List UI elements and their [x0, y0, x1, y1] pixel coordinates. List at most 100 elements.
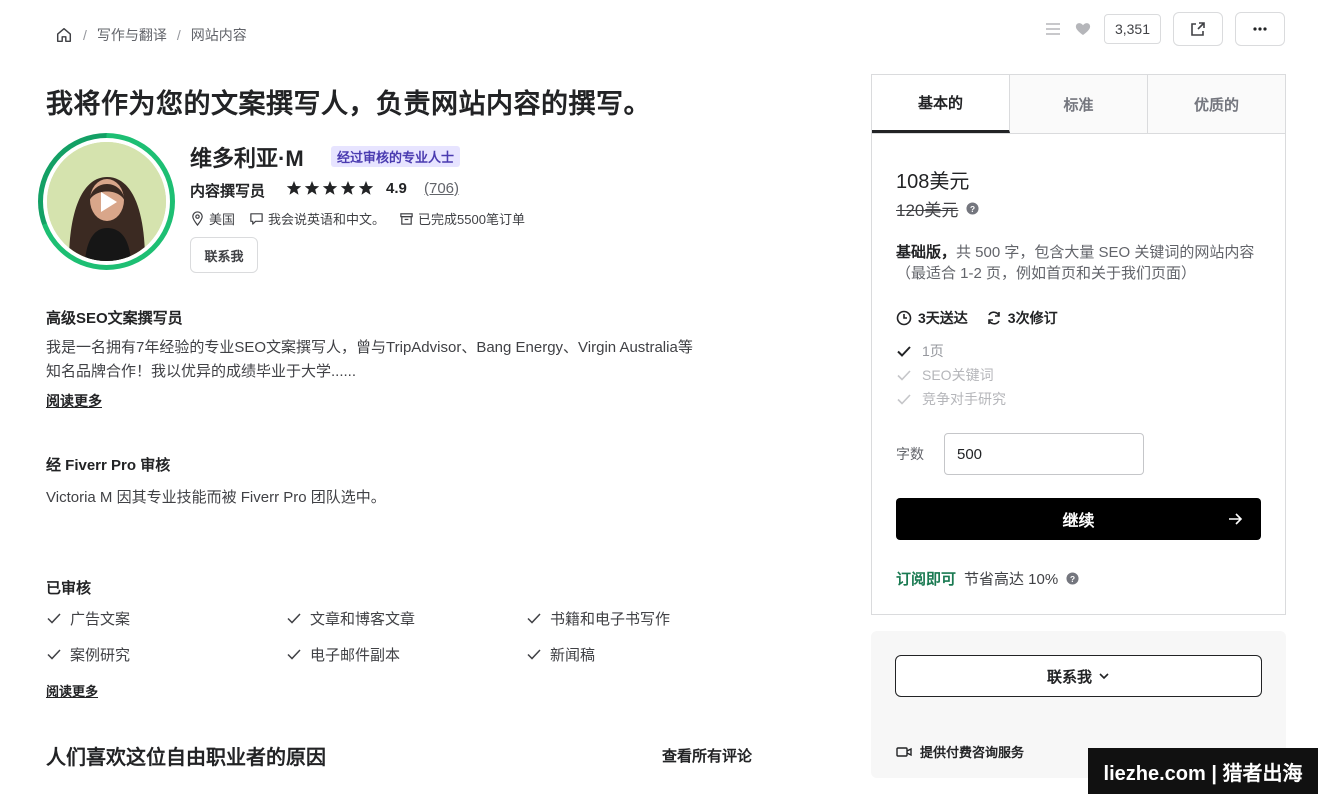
vetted-read-more-link[interactable]: 阅读更多 — [46, 681, 98, 700]
seller-photo — [47, 142, 166, 261]
vetted-skill: 广告文案 — [46, 608, 286, 628]
reasons-heading: 人们喜欢这位自由职业者的原因 — [46, 747, 326, 769]
revisions-text: 3次修订 — [1007, 310, 1058, 326]
word-count-label: 字数 — [896, 446, 924, 462]
continue-button[interactable]: 继续 — [896, 498, 1261, 540]
home-icon[interactable] — [55, 26, 73, 44]
feature-label: SEO关键词 — [922, 367, 994, 383]
breadcrumb-separator: / — [83, 27, 87, 43]
seller-languages: 我会说英语和中文。 — [249, 209, 385, 228]
vetted-skill: 书籍和电子书写作 — [526, 608, 766, 628]
feature-item: 竞争对手研究 — [896, 389, 1006, 409]
paid-consultation[interactable]: 提供付费咨询服务 — [896, 742, 1024, 761]
seller-orders: 已完成5500笔订单 — [399, 209, 525, 228]
feature-item: 1页 — [896, 341, 944, 361]
arrow-right-icon — [1229, 513, 1243, 525]
seller-avatar[interactable] — [38, 133, 175, 270]
heart-icon[interactable] — [1074, 20, 1092, 38]
about-heading: 高级SEO文案撰写员 — [46, 310, 183, 327]
star-icon — [358, 181, 374, 195]
refresh-icon — [987, 311, 1000, 325]
feature-label: 1页 — [922, 343, 944, 359]
checkmark-icon — [287, 613, 301, 624]
subscribe-link[interactable]: 订阅即可 — [896, 568, 956, 589]
play-icon[interactable] — [92, 187, 122, 217]
vetted-skills-list: 广告文案 文章和博客文章 书籍和电子书写作 案例研究 电子邮件副本 新闻稿 — [46, 608, 766, 664]
reviews-count-link[interactable]: (706) — [424, 180, 459, 197]
subscribe-offer: 订阅即可 节省高达 10% ? — [896, 568, 1079, 589]
orders-text: 已完成5500笔订单 — [418, 212, 525, 227]
seller-name[interactable]: 维多利亚·M — [190, 141, 304, 173]
box-icon — [400, 213, 413, 225]
star-icon — [304, 181, 320, 195]
more-button[interactable] — [1235, 12, 1285, 46]
gig-title: 我将作为您的文案撰写人，负责网站内容的撰写。 — [46, 89, 651, 119]
speech-bubble-icon — [250, 213, 263, 225]
old-price: 120美元 — [896, 201, 959, 220]
tab-basic[interactable]: 基本的 — [872, 75, 1010, 133]
star-icon — [322, 181, 338, 195]
tab-premium[interactable]: 优质的 — [1148, 75, 1285, 133]
breadcrumb-item-writing[interactable]: 写作与翻译 — [97, 25, 167, 45]
delivery-time: 3天送达 — [896, 308, 968, 328]
checkmark-icon — [527, 649, 541, 660]
checkmark-icon — [897, 346, 911, 357]
vetted-skill-label: 书籍和电子书写作 — [550, 610, 671, 628]
feature-label: 竞争对手研究 — [922, 391, 1006, 407]
old-price-row: 120美元 ? — [896, 196, 979, 221]
about-line-1: 我是一名拥有7年经验的专业SEO文案撰写人，曾与TripAdvisor、Bang… — [46, 339, 693, 356]
checkmark-icon — [897, 394, 911, 405]
seller-role: 内容撰写员 — [190, 183, 266, 200]
delivery-time-text: 3天送达 — [918, 310, 968, 326]
location-text: 美国 — [209, 212, 236, 227]
delivery-info: 3天送达 3次修订 — [896, 308, 1058, 328]
svg-text:?: ? — [1070, 574, 1075, 584]
package-description-bold: 基础版， — [896, 244, 957, 261]
list-icon[interactable] — [1044, 20, 1062, 38]
continue-label: 继续 — [1062, 513, 1095, 530]
vetted-skill-label: 文章和博客文章 — [310, 610, 416, 628]
seller-meta: 美国 我会说英语和中文。 已完成5500笔订单 — [190, 209, 539, 228]
breadcrumb-separator: / — [176, 27, 181, 43]
word-count-input[interactable] — [944, 433, 1144, 475]
vetted-skill: 案例研究 — [46, 644, 286, 664]
package-tabs: 基本的 标准 优质的 — [872, 75, 1285, 134]
about-read-more-link[interactable]: 阅读更多 — [46, 391, 102, 411]
gig-actions: 3,351 — [1044, 12, 1285, 46]
package-price: 108美元 — [896, 171, 970, 193]
location-pin-icon — [192, 211, 203, 226]
contact-me-button[interactable]: 联系我 — [190, 237, 258, 273]
share-button[interactable] — [1173, 12, 1223, 46]
vetted-skill-label: 电子邮件副本 — [310, 646, 401, 664]
contact-me-dropdown-button[interactable]: 联系我 — [895, 655, 1262, 697]
clock-icon — [896, 310, 912, 326]
about-text: 我是一名拥有7年经验的专业SEO文案撰写人，曾与TripAdvisor、Bang… — [46, 336, 786, 384]
share-icon — [1191, 22, 1205, 36]
breadcrumb-item-website-content[interactable]: 网站内容 — [191, 25, 247, 45]
watermark-banner: liezhe.com | 猎者出海 — [1088, 748, 1318, 794]
help-icon[interactable]: ? — [1066, 572, 1079, 585]
help-icon[interactable]: ? — [966, 202, 979, 215]
chevron-down-icon — [1099, 673, 1109, 680]
vetted-skill: 电子邮件副本 — [286, 644, 526, 664]
paid-consultation-label: 提供付费咨询服务 — [920, 745, 1025, 760]
languages-text: 我会说英语和中文。 — [268, 212, 386, 227]
checkmark-icon — [897, 370, 911, 381]
feature-item: SEO关键词 — [896, 365, 994, 385]
revisions: 3次修订 — [986, 308, 1058, 328]
tab-standard[interactable]: 标准 — [1010, 75, 1148, 133]
star-icon — [286, 181, 302, 195]
seller-location: 美国 — [190, 209, 235, 228]
vetted-heading: 已审核 — [46, 580, 92, 597]
rating-stars — [286, 180, 374, 196]
contact-me-label: 联系我 — [1046, 668, 1092, 686]
breadcrumb: / 写作与翻译 / 网站内容 — [55, 24, 247, 46]
video-icon — [896, 746, 912, 757]
vetted-skill-label: 广告文案 — [70, 610, 131, 628]
more-icon — [1253, 27, 1267, 31]
subscribe-text: 节省高达 10% — [964, 571, 1059, 588]
star-icon — [340, 181, 356, 195]
see-all-reviews-link[interactable]: 查看所有评论 — [662, 745, 752, 766]
package-description: 基础版，共 500 字，包含大量 SEO 关键词的网站内容（最适合 1-2 页，… — [896, 242, 1266, 284]
checkmark-icon — [287, 649, 301, 660]
